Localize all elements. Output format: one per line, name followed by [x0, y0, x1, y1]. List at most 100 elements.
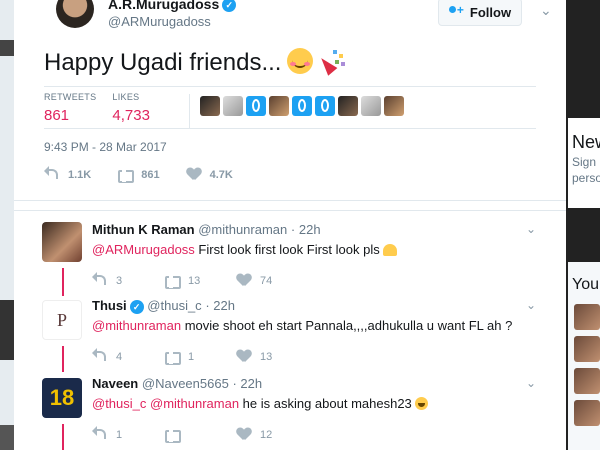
reply-button[interactable]: 3 [92, 272, 164, 288]
verified-icon: ✓ [129, 299, 144, 314]
retweets-label: RETWEETS [44, 92, 97, 102]
tweet-actions: 1.1K 861 4.7K [44, 166, 259, 183]
reply-time[interactable]: 22h [213, 298, 235, 313]
panel-title: You [572, 276, 599, 293]
liker-avatar[interactable] [338, 96, 358, 116]
thread-line [62, 346, 64, 372]
reply-count: 1 [116, 429, 123, 441]
reply-author-row[interactable]: Thusi ✓ @thusi_c · 22h [92, 298, 235, 314]
reply-text: @ARMurugadoss First look first look Firs… [92, 242, 398, 257]
retweet-button[interactable]: 13 [164, 274, 236, 289]
reply-body: First look first look First look pls [194, 242, 380, 257]
mention-link[interactable]: @mithunraman [92, 318, 181, 333]
reply-author-name: Naveen [92, 376, 139, 391]
divider [14, 200, 566, 201]
likes-label: LIKES [112, 92, 140, 102]
author-name[interactable]: A.R.Murugadoss [108, 0, 219, 12]
reply-count: 3 [116, 275, 123, 287]
heart-icon [236, 274, 252, 288]
avatar[interactable]: 18 [42, 378, 82, 418]
chevron-down-icon[interactable]: ⌄ [526, 222, 536, 236]
chevron-down-icon[interactable]: ⌄ [526, 376, 536, 390]
panel-title: New [572, 132, 600, 152]
author-name-row[interactable]: A.R.Murugadoss ✓ [108, 0, 237, 13]
follow-label: Follow [469, 4, 512, 20]
like-count: 12 [260, 429, 273, 441]
retweet-icon [117, 168, 135, 183]
divider [44, 128, 536, 129]
background-block [0, 425, 14, 450]
liker-avatar[interactable] [384, 96, 404, 116]
retweet-count: 861 [141, 169, 160, 181]
tweet-text-row: Happy Ugadi friends... [44, 48, 345, 77]
reply-icon [92, 348, 108, 364]
likes-value: 4,733 [112, 107, 150, 124]
like-button[interactable]: 4.7K [186, 168, 233, 182]
grinning-face-icon [415, 397, 429, 410]
avatar[interactable] [56, 0, 94, 28]
retweet-button[interactable]: 1 [164, 350, 236, 365]
retweet-button[interactable]: 861 [117, 168, 160, 183]
chevron-down-icon[interactable]: ⌄ [526, 298, 536, 312]
heart-icon [236, 428, 252, 442]
like-count: 4.7K [209, 169, 233, 181]
liker-avatar[interactable] [315, 96, 335, 116]
thread-line [62, 268, 64, 296]
retweet-icon [164, 274, 181, 289]
background-left [0, 0, 14, 450]
reply-button[interactable]: 4 [92, 348, 164, 364]
chevron-down-icon[interactable]: ⌄ [540, 2, 554, 18]
like-button[interactable]: 13 [236, 350, 308, 364]
reply-body: he is asking about mahesh23 [239, 396, 412, 411]
reply-time[interactable]: 22h [240, 376, 262, 391]
like-button[interactable]: 74 [236, 274, 308, 288]
reply-actions: 1 12 [92, 426, 308, 443]
tweet-header: A.R.Murugadoss✓ @ARMurugadoss Follow ⌄ [42, 0, 552, 36]
author-handle[interactable]: @ARMurugadoss [108, 14, 211, 29]
divider [189, 94, 190, 128]
like-button[interactable]: 12 [236, 428, 308, 442]
thumbnail [574, 368, 600, 394]
tweet-text: Happy Ugadi friends... [44, 49, 282, 76]
liker-avatar[interactable] [292, 96, 312, 116]
heart-icon [186, 168, 202, 182]
reply-author-row[interactable]: Mithun K Raman @mithunraman · 22h [92, 222, 321, 237]
reply-text: @mithunraman movie shoot eh start Pannal… [92, 318, 512, 333]
reply-actions: 4 1 13 [92, 348, 308, 365]
panel-text: perso [572, 171, 600, 185]
retweets-stat[interactable]: RETWEETS 861 [44, 92, 96, 124]
like-count: 74 [260, 275, 273, 287]
mention-link[interactable]: @thusi_c @mithunraman [92, 396, 239, 411]
reply-button[interactable]: 1 [92, 426, 164, 442]
reply-button[interactable]: 1.1K [44, 166, 91, 182]
liker-avatar[interactable] [223, 96, 243, 116]
reply-text: @thusi_c @mithunraman he is asking about… [92, 396, 429, 411]
avatar[interactable] [42, 222, 82, 262]
retweet-button[interactable] [164, 428, 236, 443]
retweet-icon [164, 428, 181, 443]
liker-avatar[interactable] [200, 96, 220, 116]
retweet-count: 1 [188, 351, 195, 363]
likes-stat[interactable]: LIKES 4,733 [112, 92, 150, 124]
panel-text: Sign [572, 155, 597, 169]
liker-avatar[interactable] [269, 96, 289, 116]
background-panel: New Sign perso [568, 118, 600, 208]
reply-author-handle: @Naveen5665 [141, 376, 229, 391]
praying-hands-icon [383, 244, 398, 256]
reply-author-handle: @mithunraman [198, 222, 288, 237]
reply-author-row[interactable]: Naveen @Naveen5665 · 22h [92, 376, 262, 391]
tweet-timestamp[interactable]: 9:43 PM - 28 Mar 2017 [44, 140, 167, 154]
retweet-icon [164, 350, 181, 365]
tweet-modal: A.R.Murugadoss✓ @ARMurugadoss Follow ⌄ H… [14, 0, 566, 450]
retweets-value: 861 [44, 107, 70, 124]
liker-avatar[interactable] [361, 96, 381, 116]
liker-avatar[interactable] [246, 96, 266, 116]
avatar[interactable]: P [42, 300, 82, 340]
mention-link[interactable]: @ARMurugadoss [92, 242, 195, 257]
follow-user-icon [448, 3, 465, 18]
follow-button[interactable]: Follow [438, 0, 522, 26]
reply-time[interactable]: 22h [299, 222, 321, 237]
reply-actions: 3 13 74 [92, 272, 308, 289]
reply-count: 4 [116, 351, 123, 363]
like-count: 13 [260, 351, 273, 363]
